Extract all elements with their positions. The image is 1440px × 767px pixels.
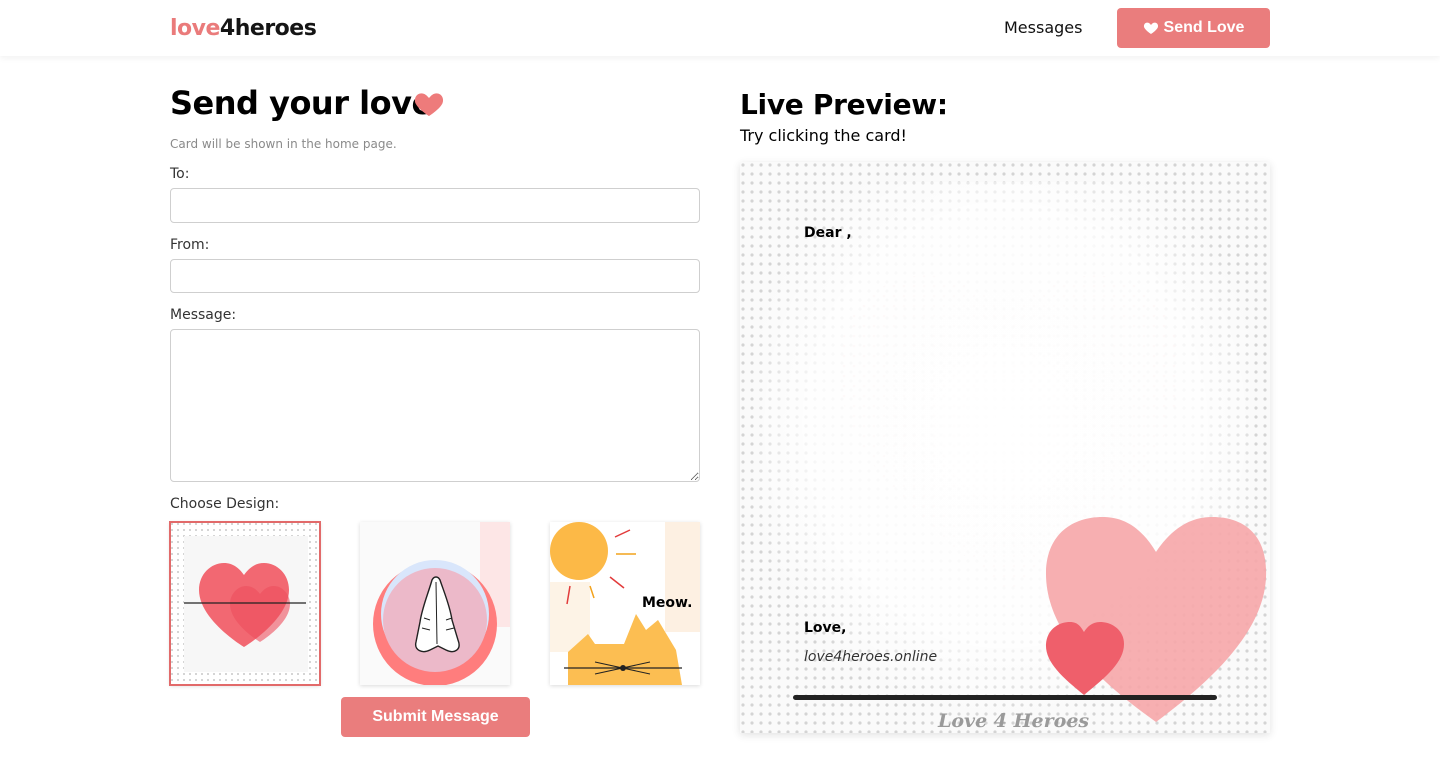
heart-icon	[414, 93, 444, 116]
praying-hands-design-icon	[360, 522, 510, 685]
send-love-button[interactable]: Send Love	[1117, 8, 1270, 48]
card-greeting: Dear ,	[804, 225, 852, 241]
message-textarea[interactable]	[170, 329, 700, 482]
brand-part-4heroes: 4heroes	[219, 16, 317, 41]
to-input[interactable]	[170, 188, 700, 223]
card-site: love4heroes.online	[804, 649, 938, 665]
to-label: To:	[170, 166, 190, 182]
brand-part-love: love	[170, 16, 220, 41]
from-label: From:	[170, 237, 210, 253]
design-label: Choose Design:	[170, 496, 280, 512]
hearts-design-icon	[170, 522, 320, 685]
send-love-label: Send Love	[1163, 19, 1245, 36]
design-option-praying-hands[interactable]	[360, 522, 510, 685]
card-closing: Love,	[804, 620, 847, 636]
meow-text: Meow.	[642, 595, 693, 611]
preview-card[interactable]: Dear , Love, love4heroes.online Love 4 H…	[740, 162, 1270, 733]
preview-title: Live Preview:	[740, 88, 948, 121]
brand-logo[interactable]: love4heroes	[170, 16, 317, 41]
navbar: love4heroes Messages Send Love	[0, 0, 1440, 56]
card-background	[740, 162, 1270, 733]
messages-link[interactable]: Messages	[1004, 18, 1082, 37]
form-hint: Card will be shown in the home page.	[170, 137, 397, 151]
design-option-cat[interactable]: Meow.	[550, 522, 700, 685]
preview-subtitle: Try clicking the card!	[740, 126, 907, 145]
from-input[interactable]	[170, 259, 700, 293]
card-signature: Love 4 Heroes	[938, 710, 1090, 732]
heart-icon	[1143, 22, 1158, 34]
message-label: Message:	[170, 307, 237, 323]
form-title: Send your love	[170, 84, 433, 122]
submit-message-button[interactable]: Submit Message	[341, 697, 530, 737]
design-option-hearts[interactable]	[169, 521, 321, 686]
